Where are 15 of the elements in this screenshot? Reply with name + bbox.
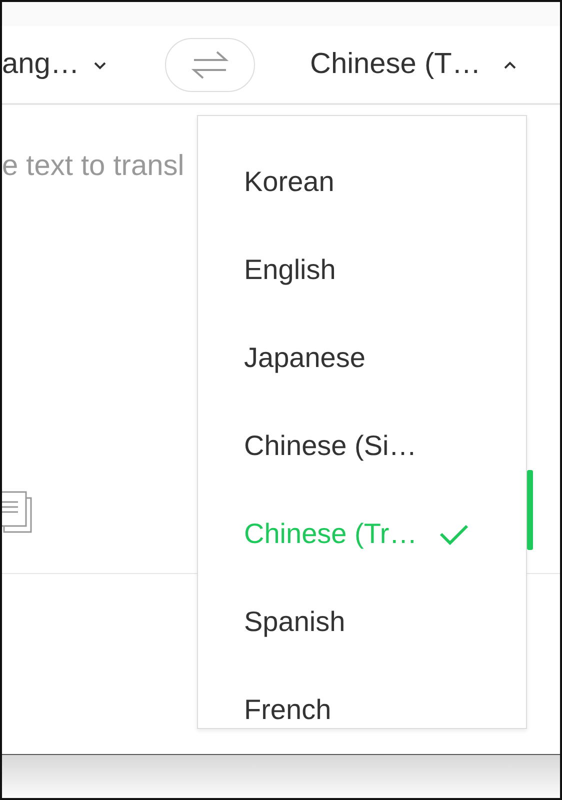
scrollbar-thumb[interactable]: [527, 470, 533, 550]
language-option[interactable]: Chinese (Si…: [198, 402, 526, 490]
copy-icon[interactable]: [2, 490, 34, 534]
language-option[interactable]: Korean: [198, 138, 526, 226]
language-option[interactable]: Japanese: [198, 314, 526, 402]
language-option[interactable]: French: [198, 666, 526, 728]
language-option[interactable]: Spanish: [198, 578, 526, 666]
swap-button[interactable]: [165, 38, 255, 92]
swap-arrows-icon: [190, 48, 230, 80]
target-language-selector[interactable]: Chinese (T…: [310, 48, 517, 81]
source-language-selector[interactable]: ang…: [2, 48, 162, 81]
language-option[interactable]: English: [198, 226, 526, 314]
chevron-icon: [93, 60, 108, 70]
chevron-icon: [502, 60, 517, 70]
checkmark-icon: [439, 523, 470, 545]
